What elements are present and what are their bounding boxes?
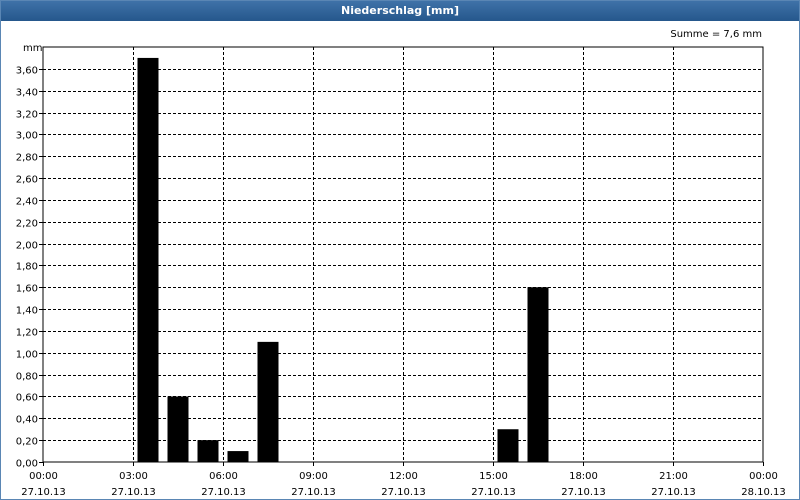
x-tick-time: 21:00	[659, 471, 688, 482]
x-tick-date: 27.10.13	[651, 487, 696, 498]
precipitation-bar	[167, 396, 189, 462]
x-axis-ticks: 00:00 27.10.13 03:00 27.10.13 06:00 27.10.13 0…	[21, 462, 786, 498]
y-tick-label: 3,00	[16, 131, 38, 142]
x-tick-time: 06:00	[209, 471, 238, 482]
x-tick-time: 00:00	[749, 471, 778, 482]
chart-window: Niederschlag [mm] 0,00 0,20 0,40 0,60 0,80 1,…	[0, 0, 800, 500]
x-tick-time: 03:00	[119, 471, 148, 482]
y-tick-label: 1,80	[16, 262, 38, 273]
x-tick-date: 27.10.13	[561, 487, 606, 498]
x-tick-date: 27.10.13	[291, 487, 336, 498]
summary-label: Summe = 7,6 mm	[670, 29, 762, 40]
y-tick-label: 2,80	[16, 153, 38, 164]
x-tick-time: 15:00	[479, 471, 508, 482]
y-tick-label: 2,40	[16, 197, 38, 208]
y-tick-label: 2,60	[16, 175, 38, 186]
y-tick-label: 2,20	[16, 219, 38, 230]
y-tick-label: 1,20	[16, 328, 38, 339]
x-tick-time: 00:00	[29, 471, 58, 482]
y-tick-label: 0,80	[16, 372, 38, 383]
x-tick-date: 27.10.13	[111, 487, 156, 498]
y-tick-label: 3,60	[16, 66, 38, 77]
y-tick-label: 1,60	[16, 284, 38, 295]
x-tick-date: 27.10.13	[21, 487, 66, 498]
y-tick-label: 3,40	[16, 88, 38, 99]
y-axis-ticks: 0,00 0,20 0,40 0,60 0,80 1,00 1,20 1,40 1,60 1,80…	[16, 66, 43, 470]
y-tick-label: 1,00	[16, 350, 38, 361]
precipitation-bar	[227, 451, 249, 462]
x-tick-date: 27.10.13	[381, 487, 426, 498]
x-tick-time: 12:00	[389, 471, 418, 482]
precipitation-bar	[527, 287, 549, 462]
y-tick-label: 2,00	[16, 241, 38, 252]
precipitation-chart: 0,00 0,20 0,40 0,60 0,80 1,00 1,20 1,40 1,60 1,80…	[16, 29, 786, 498]
precipitation-bar	[497, 429, 519, 462]
precipitation-bar	[197, 440, 219, 462]
x-tick-date: 27.10.13	[201, 487, 246, 498]
x-tick-time: 18:00	[569, 471, 598, 482]
x-tick-date: 28.10.13	[741, 487, 786, 498]
y-tick-label: 0,40	[16, 415, 38, 426]
y-tick-label: 1,40	[16, 306, 38, 317]
y-tick-label: 0,60	[16, 393, 38, 404]
y-axis-unit: mm	[23, 43, 42, 54]
y-tick-label: 3,20	[16, 110, 38, 121]
precipitation-bar	[257, 341, 279, 462]
y-tick-label: 0,00	[16, 459, 38, 470]
x-tick-time: 09:00	[299, 471, 328, 482]
chart-title: Niederschlag [mm]	[1, 1, 799, 21]
y-tick-label: 0,20	[16, 437, 38, 448]
precipitation-bar	[137, 57, 159, 462]
x-tick-date: 27.10.13	[471, 487, 516, 498]
